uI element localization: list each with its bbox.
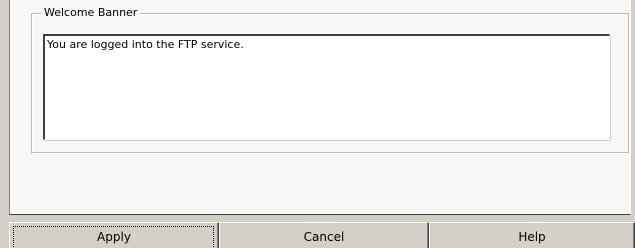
tab-panel: Welcome Banner You are logged into the F… xyxy=(9,0,631,215)
welcome-banner-label: Welcome Banner xyxy=(41,6,141,20)
help-button-label: Help xyxy=(518,230,546,244)
cancel-button-label: Cancel xyxy=(303,230,345,244)
apply-button[interactable]: Apply xyxy=(9,222,219,248)
dialog-button-bar: Apply Cancel Help xyxy=(9,222,635,248)
welcome-banner-group: Welcome Banner You are logged into the F… xyxy=(31,6,629,153)
welcome-banner-textarea[interactable]: You are logged into the FTP service. xyxy=(43,34,610,140)
help-button[interactable]: Help xyxy=(429,222,635,248)
cancel-button[interactable]: Cancel xyxy=(219,222,429,248)
apply-button-label: Apply xyxy=(97,230,131,244)
